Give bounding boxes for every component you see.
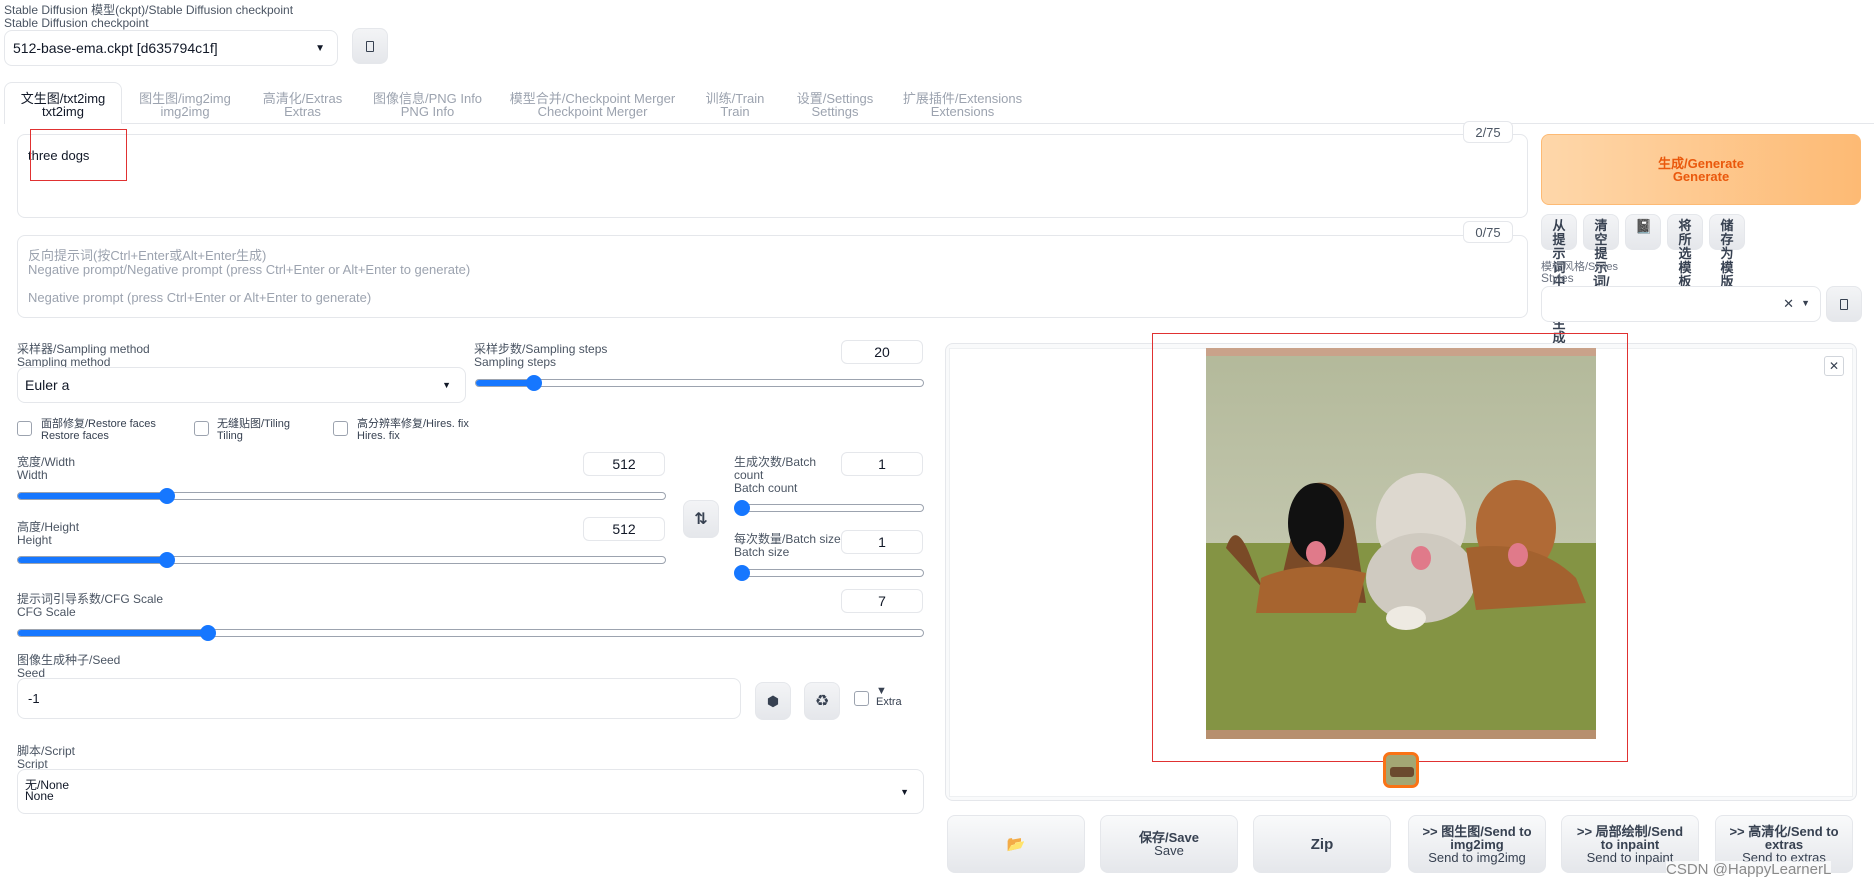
open-folder-button[interactable]: 📂 bbox=[947, 815, 1085, 873]
height-slider[interactable] bbox=[17, 552, 666, 568]
save-style-button[interactable]: 储存为模版 bbox=[1709, 214, 1745, 289]
checkpoint-label-en: Stable Diffusion checkpoint bbox=[4, 16, 149, 30]
extra-networks-button[interactable]: 📓 bbox=[1625, 214, 1661, 250]
tab-checkpoint-merger[interactable]: 模型合并/Checkpoint Merger Checkpoint Merger bbox=[505, 92, 680, 118]
close-preview-button[interactable]: ✕ bbox=[1824, 356, 1844, 376]
chevron-down-icon: ▼ bbox=[315, 42, 325, 54]
chevron-down-icon: ▼ bbox=[442, 380, 451, 390]
batch-count-slider[interactable] bbox=[734, 500, 924, 516]
restore-faces-checkbox[interactable] bbox=[17, 421, 32, 436]
seed-label: 图像生成种子/Seed Seed bbox=[17, 653, 121, 680]
tab-txt2img[interactable]: 文生图/txt2img txt2img bbox=[8, 92, 118, 118]
cfg-label: 提示词引导系数/CFG Scale CFG Scale bbox=[17, 592, 164, 619]
cfg-number-input[interactable]: 7 bbox=[841, 589, 923, 613]
refresh-styles-button[interactable] bbox=[1826, 286, 1862, 322]
watermark-text: CSDN @HappyLearnerL bbox=[1666, 861, 1832, 878]
sampler-label: 采样器/Sampling method Sampling method bbox=[17, 342, 150, 369]
batch-size-label: 每次数量/Batch size Batch size bbox=[734, 532, 841, 559]
batch-size-slider[interactable] bbox=[734, 565, 924, 581]
hires-fix-label: 高分辨率修复/Hires. fix Hires. fix bbox=[357, 418, 469, 442]
restore-faces-label: 面部修复/Restore faces Restore faces bbox=[41, 418, 156, 442]
width-slider[interactable] bbox=[17, 488, 666, 504]
height-number-input[interactable]: 512 bbox=[583, 517, 665, 541]
refresh-icon bbox=[1840, 298, 1848, 310]
styles-select[interactable]: ✕ ▼ bbox=[1541, 286, 1821, 322]
reuse-seed-button[interactable]: ♻ bbox=[804, 682, 840, 720]
save-button[interactable]: 保存/Save Save bbox=[1100, 815, 1238, 873]
random-seed-button[interactable]: ⬢ bbox=[755, 682, 791, 720]
steps-label: 采样步数/Sampling steps Sampling steps bbox=[474, 342, 608, 369]
tiling-label: 无缝贴图/Tiling Tiling bbox=[217, 418, 290, 442]
batch-size-input[interactable]: 1 bbox=[841, 530, 923, 554]
negative-token-counter: 0/75 bbox=[1463, 221, 1513, 243]
refresh-icon bbox=[366, 40, 374, 52]
checkpoint-label-cn: Stable Diffusion 模型(ckpt)/Stable Diffusi… bbox=[4, 3, 294, 17]
recycle-icon: ♻ bbox=[814, 692, 830, 710]
tiling-checkbox[interactable] bbox=[194, 421, 209, 436]
chevron-down-icon: ▼ bbox=[900, 787, 909, 797]
checkpoint-value: 512-base-ema.ckpt [d635794c1f] bbox=[13, 40, 218, 56]
clear-icon[interactable]: ✕ bbox=[1783, 296, 1794, 312]
seed-input[interactable]: -1 bbox=[17, 678, 741, 719]
annotation-box-prompt bbox=[30, 129, 127, 181]
negative-placeholder: 反向提示词(按Ctrl+Enter或Alt+Enter生成) Negative … bbox=[28, 248, 471, 305]
generate-label-en: Generate bbox=[1672, 168, 1730, 184]
dice-icon: ⬢ bbox=[766, 692, 780, 709]
sampler-value: Euler a bbox=[25, 377, 70, 393]
zip-button[interactable]: Zip bbox=[1253, 815, 1391, 873]
prompt-token-counter: 2/75 bbox=[1463, 121, 1513, 143]
close-icon: ✕ bbox=[1828, 359, 1840, 373]
checkpoint-label: Stable Diffusion 模型(ckpt)/Stable Diffusi… bbox=[4, 4, 293, 30]
clear-prompt-button[interactable]: 清空提示词/ bbox=[1583, 214, 1619, 289]
script-value-en: None bbox=[25, 789, 54, 803]
hires-fix-checkbox[interactable] bbox=[333, 421, 348, 436]
negative-prompt-textarea[interactable]: 反向提示词(按Ctrl+Enter或Alt+Enter生成) Negative … bbox=[17, 235, 1528, 318]
generate-button[interactable]: 生成/Generate Generate bbox=[1541, 134, 1861, 205]
tab-png-info[interactable]: 图像信息/PNG Info PNG Info bbox=[365, 92, 490, 118]
prompt-textarea[interactable]: three dogs bbox=[17, 134, 1528, 218]
refresh-checkpoint-button[interactable] bbox=[352, 28, 388, 64]
height-label: 高度/Height Height bbox=[17, 520, 80, 547]
chevron-down-icon: ▼ bbox=[1801, 298, 1810, 308]
width-number-input[interactable]: 512 bbox=[583, 452, 665, 476]
checkpoint-select[interactable]: 512-base-ema.ckpt [d635794c1f] ▼ bbox=[4, 30, 338, 66]
swap-dimensions-button[interactable]: ⇅ bbox=[683, 500, 719, 538]
tab-extras[interactable]: 高清化/Extras Extras bbox=[250, 92, 355, 118]
annotation-box-output bbox=[1152, 333, 1628, 762]
tab-divider bbox=[122, 123, 1874, 124]
tab-img2img[interactable]: 图生图/img2img img2img bbox=[130, 92, 240, 118]
read-prompt-button[interactable]: 从提示词中读取生成 bbox=[1541, 214, 1577, 345]
tab-extensions[interactable]: 扩展插件/Extensions Extensions bbox=[895, 92, 1030, 118]
apply-style-button[interactable]: 将所选模板应用 bbox=[1667, 214, 1703, 317]
extra-seed-checkbox[interactable] bbox=[854, 691, 869, 706]
seed-value: -1 bbox=[28, 691, 40, 706]
styles-label: 模板风格/Styles Styles bbox=[1541, 261, 1619, 285]
output-thumbnail[interactable] bbox=[1383, 752, 1419, 788]
batch-count-input[interactable]: 1 bbox=[841, 452, 923, 476]
cfg-slider[interactable] bbox=[17, 625, 924, 641]
extra-seed-label: ▼ Extra bbox=[876, 685, 902, 708]
width-label: 宽度/Width Width bbox=[17, 455, 76, 482]
tab-settings[interactable]: 设置/Settings Settings bbox=[790, 92, 880, 118]
send-to-img2img-button[interactable]: >> 图生图/Send to img2img Send to img2img bbox=[1408, 815, 1546, 873]
tab-train[interactable]: 训练/Train Train bbox=[695, 92, 775, 118]
notebook-icon: 📓 bbox=[1635, 218, 1653, 234]
swap-arrows-icon: ⇅ bbox=[694, 510, 708, 528]
folder-icon: 📂 bbox=[1006, 835, 1026, 853]
steps-number-input[interactable]: 20 bbox=[841, 340, 923, 364]
script-label: 脚本/Script Script bbox=[17, 744, 76, 771]
batch-count-label: 生成次数/Batch count Batch count bbox=[734, 455, 817, 495]
steps-slider[interactable] bbox=[475, 375, 924, 391]
sampler-select[interactable]: Euler a ▼ bbox=[17, 367, 466, 403]
generate-label-cn: 生成/Generate bbox=[1658, 155, 1744, 171]
script-select[interactable]: 无/None None ▼ bbox=[17, 769, 924, 814]
